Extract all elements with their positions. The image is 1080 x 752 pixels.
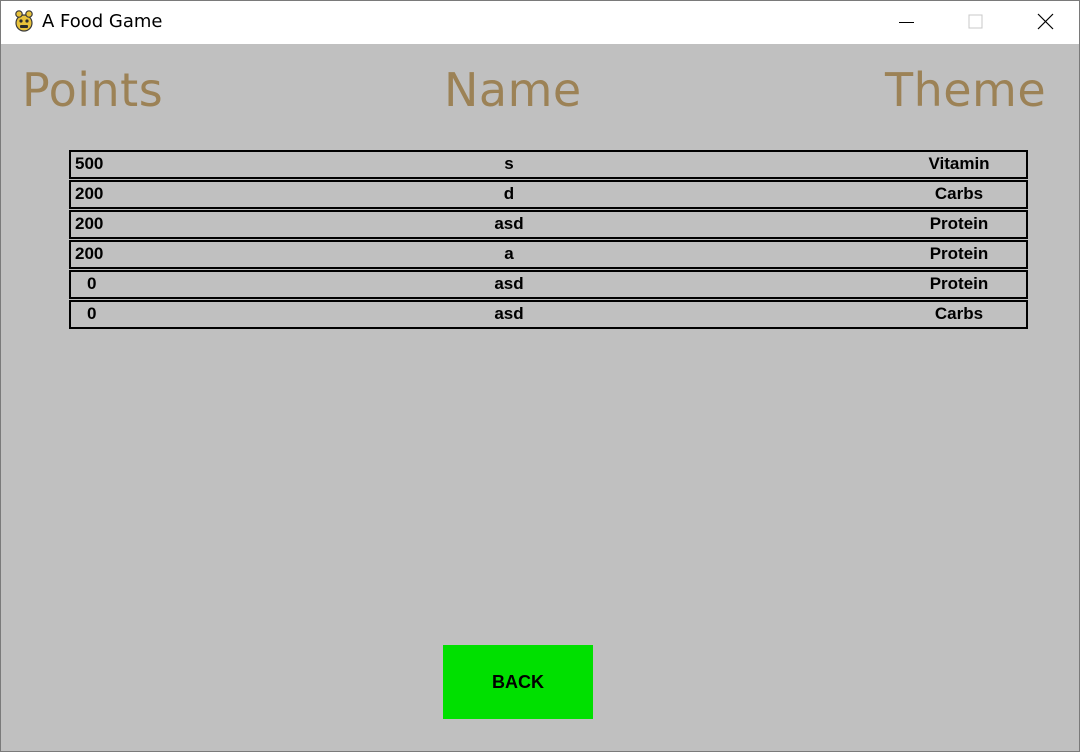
close-button[interactable] <box>1022 1 1068 44</box>
score-row: 0 asd Carbs <box>69 300 1028 329</box>
row-name: s <box>504 154 514 173</box>
maximize-button[interactable] <box>952 1 998 44</box>
minimize-button[interactable] <box>883 1 929 44</box>
back-button[interactable]: BACK <box>443 645 593 719</box>
leaderboard-screen: Points Name Theme 500 s Vitamin 200 d Ca… <box>1 45 1079 751</box>
row-theme: Carbs <box>934 304 984 323</box>
row-name: a <box>504 244 514 263</box>
points-column-header: Points <box>22 63 164 117</box>
window-title: A Food Game <box>42 11 163 32</box>
row-name: asd <box>494 304 524 323</box>
pygame-snake-icon <box>13 9 35 33</box>
score-row: 200 asd Protein <box>69 210 1028 239</box>
row-theme: Vitamin <box>928 154 990 173</box>
title-bar[interactable]: A Food Game <box>1 1 1079 44</box>
row-theme: Protein <box>929 244 989 263</box>
row-theme: Carbs <box>934 184 984 203</box>
row-name: d <box>503 184 515 203</box>
row-theme: Protein <box>929 274 989 293</box>
row-name: asd <box>494 274 524 293</box>
score-row: 500 s Vitamin <box>69 150 1028 179</box>
theme-column-header: Theme <box>885 63 1047 117</box>
row-theme: Protein <box>929 214 989 233</box>
name-column-header: Name <box>444 63 582 117</box>
score-row: 0 asd Protein <box>69 270 1028 299</box>
score-row: 200 a Protein <box>69 240 1028 269</box>
row-name: asd <box>494 214 524 233</box>
score-row: 200 d Carbs <box>69 180 1028 209</box>
game-window: A Food Game Points Name Theme 500 s Vita… <box>0 0 1080 752</box>
